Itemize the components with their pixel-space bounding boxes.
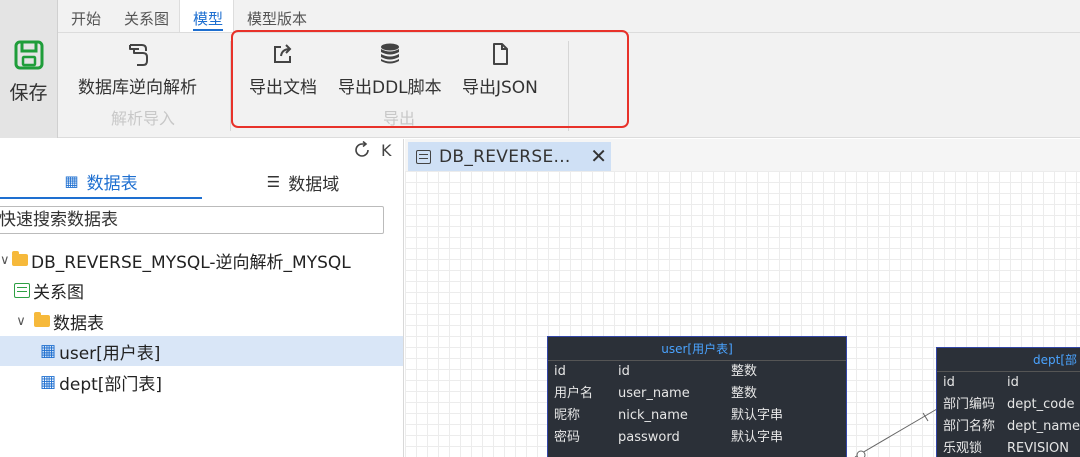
entity-dept[interactable]: dept[部 id id 部门编码 dept_code 部门名称 dept_na… <box>936 347 1080 457</box>
sidebar-tabs: ▦ 数据表 ☰ 数据域 <box>0 165 404 199</box>
list-icon: ☰ <box>266 173 281 191</box>
table-icon: ▦ <box>40 341 57 361</box>
refresh-icon[interactable] <box>353 141 371 159</box>
diagram-icon <box>416 149 431 164</box>
save-button[interactable]: 保存 <box>0 0 58 138</box>
close-icon[interactable]: ✕ <box>590 144 607 168</box>
menu-tabs: 开始 关系图 模型 模型版本 <box>58 0 317 32</box>
diagram-canvas[interactable]: user[用户表] id id 整数 用户名 user_name 整数 昵称 n… <box>405 171 1080 457</box>
tab-start[interactable]: 开始 <box>58 0 111 32</box>
tree-table-dept[interactable]: ▦ dept[部门表] <box>0 367 403 397</box>
entity-row: 乐观锁 REVISION <box>943 441 1070 456</box>
tab-tables[interactable]: ▦ 数据表 <box>0 165 202 199</box>
collapse-icon[interactable]: K <box>381 141 392 160</box>
entity-user[interactable]: user[用户表] id id 整数 用户名 user_name 整数 昵称 n… <box>547 336 847 457</box>
save-label: 保存 <box>9 82 48 104</box>
entity-row: 用户名 user_name 整数 <box>554 386 758 401</box>
sidebar-toolbar: K <box>0 139 404 163</box>
ribbon-toolbar: 保存 开始 关系图 模型 模型版本 数据库逆向解析 解析导入 导出文档 导出DD… <box>0 0 1080 138</box>
folder-icon <box>34 312 50 327</box>
editor-tabbar: DB_REVERSE... ✕ <box>405 139 1080 171</box>
chevron-down-icon: ∨ <box>0 252 10 268</box>
entity-row: 昵称 nick_name 默认字串 <box>554 408 784 423</box>
hand-pointer-icon <box>128 44 148 66</box>
chevron-down-icon: ∨ <box>16 313 26 329</box>
reverse-parse-label: 数据库逆向解析 <box>78 78 197 98</box>
tree-root-db[interactable]: ∨ DB_REVERSE_MYSQL-逆向解析_MYSQL <box>0 245 403 275</box>
save-icon <box>14 40 43 70</box>
tab-model[interactable]: 模型 <box>179 0 235 32</box>
editor-tab-title: DB_REVERSE... <box>439 146 571 167</box>
reverse-parse-button[interactable]: 数据库逆向解析 <box>78 41 197 98</box>
editor-tab-db-reverse[interactable]: DB_REVERSE... ✕ <box>408 142 611 171</box>
entity-row: 部门名称 dept_name <box>943 419 1080 434</box>
tree-relation-diagram[interactable]: 关系图 <box>0 275 403 305</box>
group-name-parse-import: 解析导入 <box>110 109 175 128</box>
tree-table-user[interactable]: ▦ user[用户表] <box>0 336 403 366</box>
tree-tables-folder[interactable]: ∨ 数据表 <box>0 306 403 336</box>
grid-icon: ▦ <box>64 172 79 190</box>
group-parse-import: 数据库逆向解析 解析导入 <box>58 33 228 137</box>
entity-row: 部门编码 dept_code <box>943 397 1075 412</box>
table-icon: ▦ <box>40 372 57 392</box>
left-sidebar: K ▦ 数据表 ☰ 数据域 ∨ DB_REVERSE_MYSQL-逆向解析_MY… <box>0 139 404 457</box>
entity-title: user[用户表] <box>548 337 846 361</box>
folder-icon <box>12 251 28 266</box>
entity-row: id id <box>943 375 1019 390</box>
tab-model-version[interactable]: 模型版本 <box>234 0 317 32</box>
entity-row: 密码 password 默认字串 <box>554 430 784 445</box>
entity-row: id id 整数 <box>554 364 758 379</box>
diagram-icon <box>14 282 30 298</box>
entity-title: dept[部 <box>937 348 1080 372</box>
table-search-input[interactable] <box>0 206 384 234</box>
tab-relation-diagram[interactable]: 关系图 <box>111 0 179 32</box>
export-highlight-box <box>231 30 629 128</box>
tab-domains[interactable]: ☰ 数据域 <box>202 165 404 199</box>
